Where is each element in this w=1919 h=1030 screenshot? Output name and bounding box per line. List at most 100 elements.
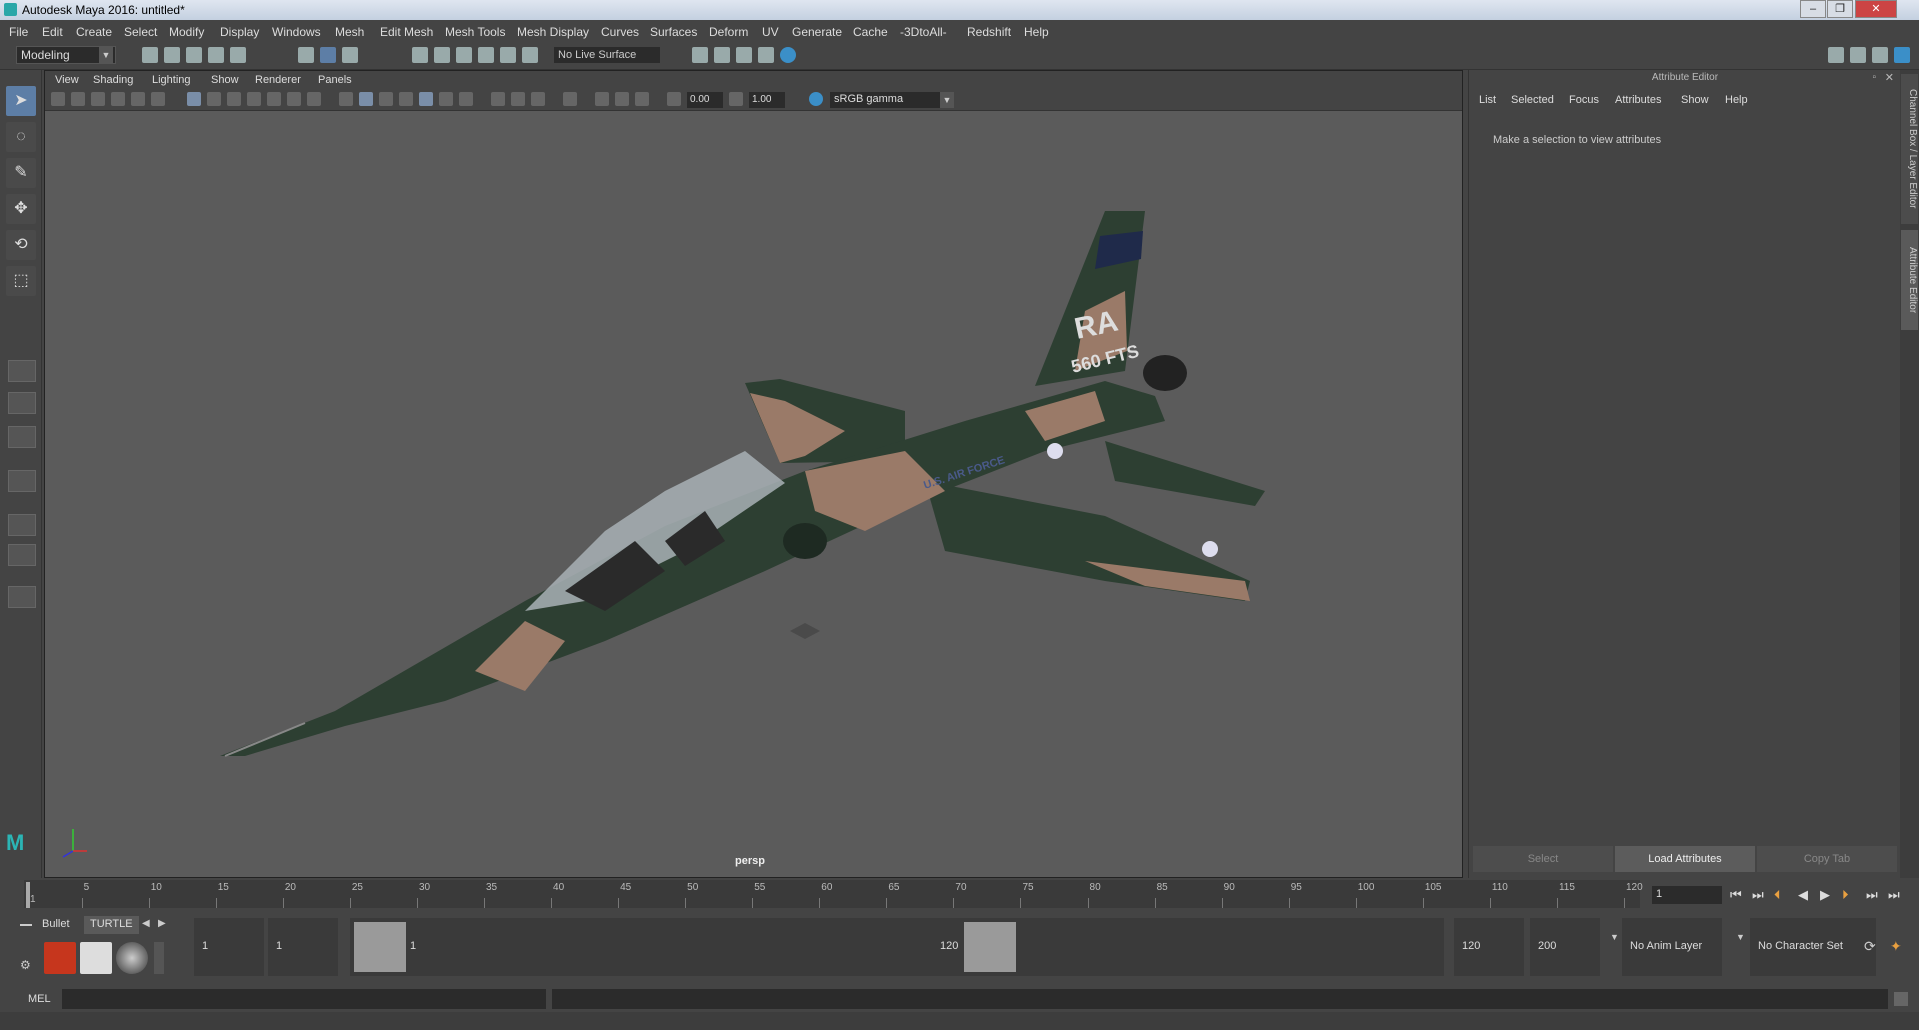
close-panel-icon[interactable]: ✕	[1885, 71, 1894, 84]
menu-edit-mesh[interactable]: Edit Mesh	[380, 25, 433, 39]
shelf-scroll-right-icon[interactable]: ▶	[158, 918, 166, 929]
wireframe-on-shaded-icon[interactable]	[399, 92, 413, 106]
ipr-render-icon[interactable]	[736, 47, 752, 63]
snap-live-icon[interactable]	[500, 47, 516, 63]
wireframe-icon[interactable]	[339, 92, 353, 106]
shelf-scroll-left-icon[interactable]: ◀	[142, 918, 150, 929]
maximize-button[interactable]: ❐	[1827, 0, 1853, 18]
textured-icon[interactable]	[419, 92, 433, 106]
viewport-menu-panels[interactable]: Panels	[318, 74, 352, 86]
ae-menu-show[interactable]: Show	[1681, 94, 1709, 106]
magnet-icon[interactable]	[522, 47, 538, 63]
xray-joints-icon[interactable]	[635, 92, 649, 106]
command-input[interactable]	[62, 989, 546, 1009]
open-scene-icon[interactable]	[164, 47, 180, 63]
live-surface-field[interactable]: No Live Surface	[554, 47, 660, 63]
snap-curve-icon[interactable]	[434, 47, 450, 63]
menu-surfaces[interactable]: Surfaces	[650, 25, 697, 39]
camera-select-icon[interactable]	[51, 92, 65, 106]
gamma-icon[interactable]	[729, 92, 743, 106]
character-set-select[interactable]: No Character Set	[1750, 918, 1876, 976]
outliner-layout-icon[interactable]	[8, 514, 36, 536]
menu-mesh-tools[interactable]: Mesh Tools	[445, 25, 505, 39]
range-end-handle[interactable]	[964, 922, 1016, 972]
render-frame-icon[interactable]	[714, 47, 730, 63]
attribute-editor-tab[interactable]: Attribute Editor	[1901, 230, 1918, 330]
ae-select-button[interactable]: Select	[1473, 846, 1613, 872]
snap-point-icon[interactable]	[456, 47, 472, 63]
single-pane-layout-icon[interactable]	[8, 360, 36, 382]
anti-aliasing-icon[interactable]	[531, 92, 545, 106]
menu-3dtoall[interactable]: -3DtoAll-	[900, 25, 947, 39]
paint-select-tool-icon[interactable]: ✎	[6, 158, 36, 188]
exposure-field[interactable]: 0.00	[687, 92, 723, 108]
channel-box-icon[interactable]	[1894, 47, 1910, 63]
jet-model[interactable]: RA 560 FTS U.S. AIR FORCE	[45, 111, 1462, 851]
playback-start-field[interactable]: 1	[268, 918, 338, 976]
viewport-menu-lighting[interactable]: Lighting	[152, 74, 191, 86]
script-editor-icon[interactable]	[1894, 992, 1908, 1006]
select-tool-icon[interactable]: ➤	[6, 86, 36, 116]
render-view-icon[interactable]	[758, 47, 774, 63]
ae-copy-tab-button[interactable]: Copy Tab	[1757, 846, 1897, 872]
scale-tool-icon[interactable]: ⬚	[6, 266, 36, 296]
menu-file[interactable]: File	[9, 25, 28, 39]
close-button[interactable]: ✕	[1855, 0, 1897, 18]
float-panel-icon[interactable]: ▫	[1872, 72, 1876, 83]
go-to-end-icon[interactable]: ⏭	[1888, 887, 1900, 903]
range-slider[interactable]: 1 120	[350, 918, 1444, 976]
step-forward-frame-icon[interactable]: ⏵	[1842, 887, 1849, 903]
persp-graph-layout-icon[interactable]	[8, 470, 36, 492]
exposure-icon[interactable]	[667, 92, 681, 106]
minimize-button[interactable]: –	[1800, 0, 1826, 18]
xray-icon[interactable]	[595, 92, 609, 106]
attribute-editor-toggle-icon[interactable]	[1850, 47, 1866, 63]
safe-title-icon[interactable]	[307, 92, 321, 106]
time-ruler[interactable]: 1 5 10 15 20 25 30 35 40 45 50 55 60 65 70 75 80 85 90 95 10…	[24, 880, 1643, 908]
viewport-menu-renderer[interactable]: Renderer	[255, 74, 301, 86]
anim-layer-select[interactable]: No Anim Layer	[1622, 918, 1722, 976]
gamma-field[interactable]: 1.00	[749, 92, 785, 108]
select-by-component-icon[interactable]	[342, 47, 358, 63]
turtle-material-icon[interactable]	[116, 942, 148, 974]
play-forward-icon[interactable]: ▶	[1820, 887, 1830, 903]
four-pane-layout-icon[interactable]	[8, 392, 36, 414]
default-material-icon[interactable]	[379, 92, 393, 106]
save-scene-icon[interactable]	[186, 47, 202, 63]
menu-mesh-display[interactable]: Mesh Display	[517, 25, 589, 39]
menu-modify[interactable]: Modify	[169, 25, 204, 39]
turtle-bake-icon[interactable]	[80, 942, 112, 974]
animation-prefs-icon[interactable]: ✦	[1890, 938, 1902, 955]
channel-box-tab[interactable]: Channel Box / Layer Editor	[1901, 74, 1918, 224]
mode-selector[interactable]: Modeling ▼	[16, 46, 116, 64]
tool-settings-icon[interactable]	[1872, 47, 1888, 63]
menu-mesh[interactable]: Mesh	[335, 25, 364, 39]
move-tool-icon[interactable]: ✥	[6, 194, 36, 224]
shelf-settings-gear-icon[interactable]: ⚙	[20, 958, 31, 972]
animation-start-field[interactable]: 1	[194, 918, 264, 976]
ae-menu-attributes[interactable]: Attributes	[1615, 94, 1661, 106]
select-by-object-icon[interactable]	[320, 47, 336, 63]
gate-mask-icon[interactable]	[247, 92, 261, 106]
hypershade-layout-icon[interactable]	[8, 544, 36, 566]
playback-end-field[interactable]: 120	[1454, 918, 1524, 976]
motion-blur-icon[interactable]	[511, 92, 525, 106]
persp-outliner-layout-icon[interactable]	[8, 426, 36, 448]
select-by-hierarchy-icon[interactable]	[298, 47, 314, 63]
snap-grid-icon[interactable]	[412, 47, 428, 63]
xray-active-icon[interactable]	[615, 92, 629, 106]
step-back-key-icon[interactable]: ⏭	[1752, 887, 1764, 903]
play-backward-icon[interactable]: ◀	[1798, 887, 1808, 903]
view-transform-select[interactable]: sRGB gamma	[830, 92, 940, 108]
menu-create[interactable]: Create	[76, 25, 112, 39]
ae-menu-focus[interactable]: Focus	[1569, 94, 1599, 106]
current-time-indicator[interactable]	[26, 882, 30, 908]
redo-icon[interactable]	[230, 47, 246, 63]
use-all-lights-icon[interactable]	[439, 92, 453, 106]
chevron-down-icon[interactable]: ▼	[940, 92, 954, 108]
step-forward-key-icon[interactable]: ⏭	[1866, 887, 1878, 903]
menu-cache[interactable]: Cache	[853, 25, 888, 39]
menu-generate[interactable]: Generate	[792, 25, 842, 39]
chevron-down-icon[interactable]: ▼	[1610, 932, 1619, 942]
menu-select[interactable]: Select	[124, 25, 157, 39]
